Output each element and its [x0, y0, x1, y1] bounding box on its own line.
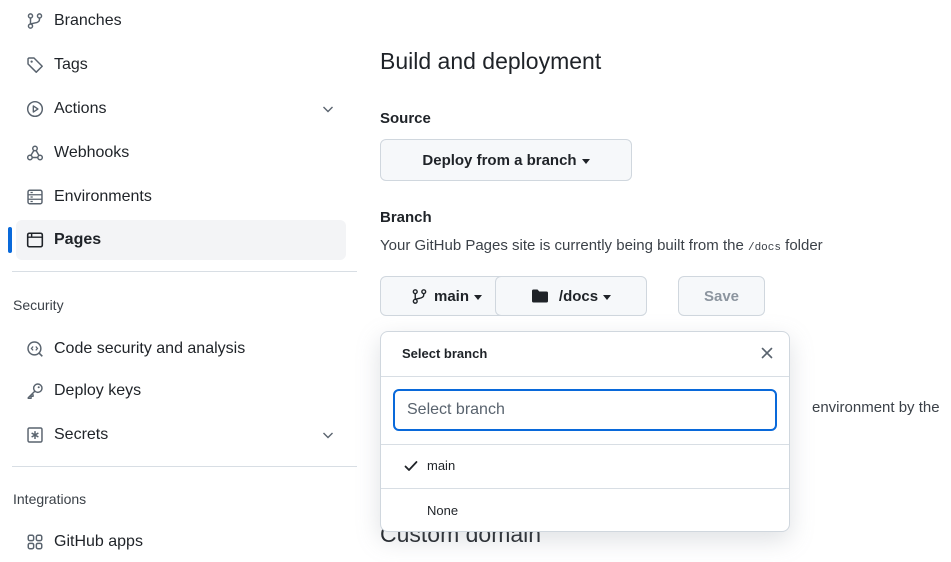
sidebar-item-pages[interactable]: Pages [16, 220, 346, 260]
asterisk-icon [26, 426, 44, 444]
sidebar-item-actions[interactable]: Actions [16, 89, 346, 129]
sidebar-item-label: Branches [54, 12, 122, 29]
key-icon [26, 382, 44, 400]
sidebar-item-webhooks[interactable]: Webhooks [16, 133, 346, 173]
browser-icon [26, 231, 44, 249]
sidebar-item-label: Secrets [54, 426, 109, 443]
chevron-down-icon[interactable] [320, 427, 336, 443]
codescan-icon [26, 340, 44, 358]
sidebar-item-label: Environments [54, 188, 152, 205]
menu-filter [381, 377, 789, 445]
menu-item-none[interactable]: None [381, 488, 789, 533]
sidebar-item-label: Webhooks [54, 144, 130, 161]
sidebar-item-label: Deploy keys [54, 382, 142, 399]
branch-dropdown-button[interactable]: main [380, 276, 513, 316]
source-button-label: Deploy from a branch [422, 151, 577, 169]
caret-down-icon [474, 294, 482, 300]
caret-down-icon [581, 158, 590, 164]
menu-item-main[interactable]: main [381, 444, 789, 488]
sidebar-item-github-apps[interactable]: GitHub apps [16, 522, 346, 562]
branch-filter-input[interactable] [393, 389, 777, 431]
git-branch-icon [412, 288, 427, 304]
folder-code: /docs [747, 242, 781, 254]
sidebar-item-label: Actions [54, 100, 107, 117]
active-item-indicator [8, 227, 12, 253]
section-divider [12, 271, 357, 272]
apps-icon [26, 533, 44, 551]
webhook-icon [26, 144, 44, 162]
server-icon [26, 188, 44, 206]
tag-icon [26, 56, 44, 74]
branch-description: Your GitHub Pages site is currently bein… [380, 237, 823, 254]
section-title-security: Security [13, 297, 64, 313]
sidebar-item-label: GitHub apps [54, 533, 143, 550]
sidebar-item-tags[interactable]: Tags [16, 45, 346, 85]
select-branch-menu: Select branch main None [380, 331, 790, 532]
menu-title: Select branch [402, 346, 488, 361]
branch-button-label: main [433, 287, 469, 305]
sidebar-item-environments[interactable]: Environments [16, 177, 346, 217]
menu-header: Select branch [381, 332, 789, 377]
close-icon[interactable] [759, 345, 775, 361]
sidebar-item-label: Code security and analysis [54, 340, 246, 357]
page-section-heading: Build and deployment [380, 48, 602, 74]
menu-item-label: main [427, 458, 456, 473]
branch-label: Branch [380, 209, 432, 226]
section-divider [12, 466, 357, 467]
sidebar-item-secrets[interactable]: Secrets [16, 415, 346, 455]
source-dropdown-button[interactable]: Deploy from a branch [380, 139, 632, 181]
chevron-down-icon[interactable] [320, 101, 336, 117]
sidebar-item-branches[interactable]: Branches [16, 1, 346, 41]
folder-dropdown-button[interactable]: /docs [495, 276, 647, 316]
folder-icon [531, 289, 548, 303]
environment-text-fragment: environment by the [812, 399, 940, 416]
save-button[interactable]: Save [678, 276, 765, 316]
caret-down-icon [603, 294, 612, 300]
sidebar-item-label: Tags [54, 56, 88, 73]
check-icon [404, 461, 418, 471]
source-label: Source [380, 110, 431, 127]
sidebar-item-code-security[interactable]: Code security and analysis [16, 329, 346, 369]
section-title-integrations: Integrations [13, 491, 87, 507]
play-icon [26, 100, 44, 118]
folder-button-label: /docs [558, 287, 599, 305]
git-branch-icon [26, 12, 44, 30]
sidebar-item-deploy-keys[interactable]: Deploy keys [16, 371, 346, 411]
menu-item-label: None [427, 503, 459, 518]
settings-sidebar: Branches Tags Actions Webhooks Environme… [0, 0, 357, 551]
sidebar-item-label: Pages [54, 231, 102, 248]
